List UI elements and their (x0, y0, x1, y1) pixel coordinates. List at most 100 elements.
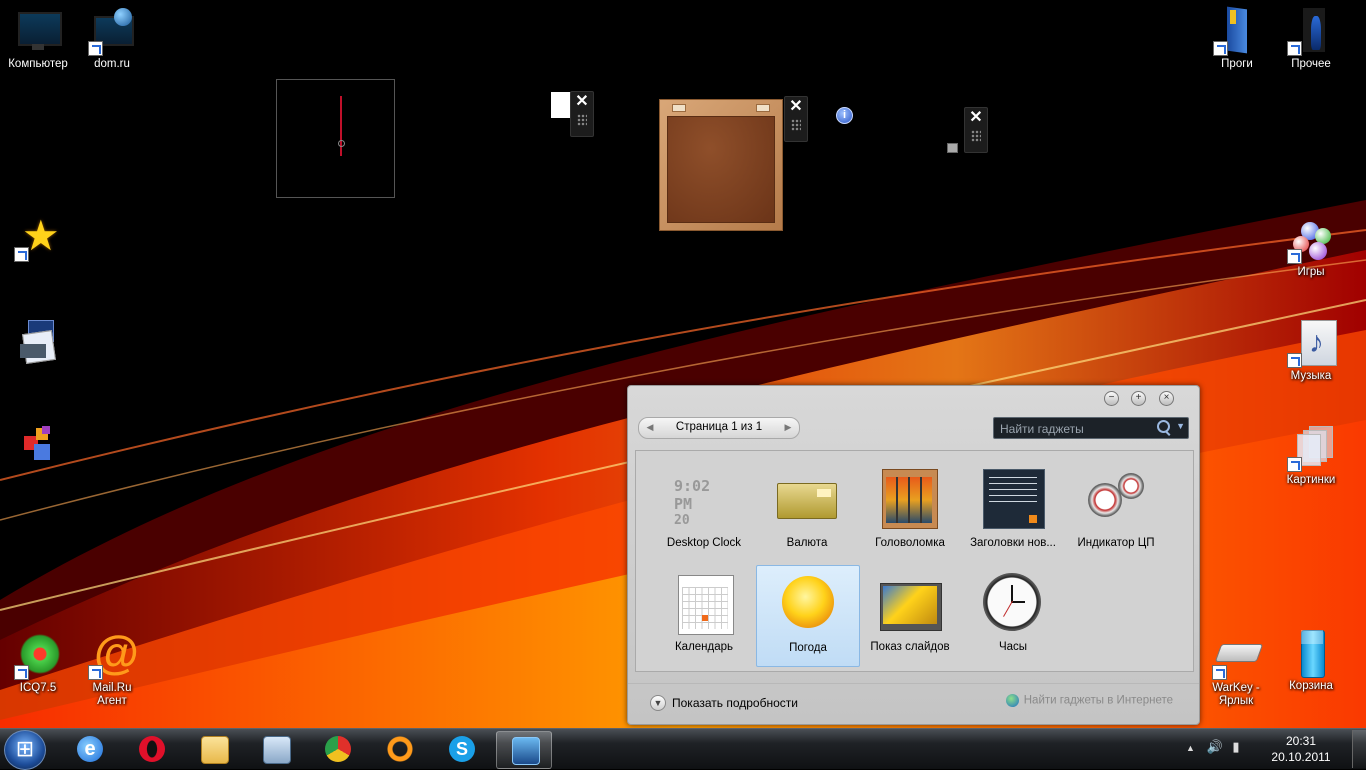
blank-gadget[interactable] (551, 92, 571, 118)
desktop-icon-label: Mail.Ru Агент (92, 682, 132, 707)
gadget-item-weather[interactable]: Погода (756, 565, 860, 667)
gadget-label: Погода (789, 642, 827, 654)
drag-grip-icon[interactable] (577, 114, 587, 126)
gadget-label: Часы (998, 641, 1028, 653)
computer-icon (14, 8, 62, 56)
gadget-item-headlines[interactable]: Заголовки нов... (962, 461, 1064, 561)
minimize-bar-icon[interactable] (672, 104, 686, 112)
show-desktop-button[interactable] (1352, 730, 1366, 768)
gadget-search: ▼ (993, 417, 1189, 439)
desktop-icon-cubes[interactable] (0, 422, 76, 470)
taskbar-control-panel[interactable] (248, 731, 302, 767)
cpu-meter-icon (1086, 469, 1146, 525)
folder-icon (1213, 6, 1261, 56)
gadget-item-desktop-clock[interactable]: 9:02 PM 20 Desktop Clock (653, 461, 755, 561)
gadget-controls[interactable]: ✕ (964, 107, 988, 153)
drag-grip-icon[interactable] (791, 119, 801, 131)
taskbar-skype[interactable]: S (434, 731, 488, 767)
puzzle-icon (880, 469, 940, 529)
opera-icon (139, 736, 165, 762)
taskbar-opera[interactable] (124, 731, 178, 767)
start-button[interactable] (4, 730, 46, 770)
gadget-label: Индикатор ЦП (1077, 537, 1155, 549)
taskbar-chrome[interactable] (310, 731, 364, 767)
puzzle-gadget[interactable] (659, 99, 783, 231)
search-input[interactable] (998, 420, 1162, 438)
search-icon[interactable] (1157, 420, 1170, 433)
clock-time: 20:31 (1285, 734, 1317, 748)
desktop-icon-dom-ru[interactable]: dom.ru (74, 8, 150, 71)
chevron-down-icon[interactable]: ▼ (650, 695, 666, 711)
shortcut-arrow-icon (1287, 249, 1302, 264)
toolbar-icon[interactable] (756, 104, 770, 112)
desktop-icon-slide-show[interactable] (0, 318, 76, 366)
gadget-label: Desktop Clock (666, 537, 742, 549)
volume-icon[interactable]: 🔊 (1207, 739, 1223, 754)
desktop-icon-computer[interactable]: Компьютер (0, 8, 76, 71)
desktop-icon-label: Корзина (1289, 680, 1333, 692)
taskbar-desktop-gadgets[interactable] (496, 731, 552, 769)
music-icon: ♪ (1287, 320, 1337, 368)
gallery-footer: ▼ Показать подробности Найти гаджеты в Ин… (628, 683, 1199, 724)
minimize-button[interactable]: − (1104, 391, 1119, 406)
clock-icon (983, 573, 1043, 631)
get-gadgets-online-link[interactable]: Найти гаджеты в Интернете (1005, 694, 1173, 707)
prev-page-icon[interactable]: ◀ (643, 420, 657, 434)
next-page-icon[interactable]: ▶ (781, 420, 795, 434)
desktop-icon-label: Прочее (1291, 58, 1331, 70)
desktop-clock-preview-time: 9:02 PM (674, 477, 711, 513)
close-icon[interactable]: ✕ (965, 108, 987, 128)
gadget-item-clock[interactable]: Часы (962, 565, 1064, 665)
desktop-icon-music[interactable]: ♪ Музыка (1273, 320, 1349, 383)
desktop-clock-gadget[interactable] (276, 79, 395, 198)
gadget-item-cpu-meter[interactable]: Индикатор ЦП (1065, 461, 1167, 561)
mini-gadget-icon[interactable] (947, 143, 958, 153)
desktop-icon-label: WarKey - Ярлык (1212, 682, 1260, 707)
headlines-icon (983, 469, 1045, 529)
mail-ru-at-icon: @ (88, 628, 139, 680)
gadget-item-currency[interactable]: Валюта (756, 461, 858, 561)
desktop-icon-recycle-bin[interactable]: Корзина (1273, 630, 1349, 693)
taskbar-clock[interactable]: 20:31 20.10.2011 (1258, 733, 1344, 765)
taskbar-explorer[interactable] (186, 731, 240, 767)
close-icon[interactable]: ✕ (571, 92, 593, 112)
desktop-icon-warkey[interactable]: WarKey - Ярлык (1198, 632, 1274, 708)
drag-grip-icon[interactable] (971, 130, 981, 142)
info-icon[interactable]: i (836, 107, 853, 124)
gadget-label: Календарь (674, 641, 734, 653)
gadget-controls[interactable]: ✕ (784, 96, 808, 142)
desktop-icon-pictures[interactable]: Картинки (1273, 424, 1349, 487)
show-details-toggle[interactable]: ▼ Показать подробности (650, 695, 798, 711)
desktop-icon-icq[interactable]: ICQ7.5 (0, 632, 76, 695)
desktop-icon-mail-ru-agent[interactable]: @ Mail.Ru Агент (74, 628, 150, 708)
desktop-icon-games[interactable]: Игры (1273, 216, 1349, 279)
recycle-bin-icon (1287, 630, 1335, 678)
shortcut-arrow-icon (1287, 353, 1302, 368)
gadget-item-slideshow[interactable]: Показ слайдов (859, 565, 961, 665)
close-button[interactable]: × (1159, 391, 1174, 406)
shortcut-arrow-icon (14, 665, 29, 680)
desktop-icon-prochee[interactable]: Прочее (1273, 8, 1349, 71)
shortcut-arrow-icon (88, 41, 103, 56)
skype-icon: S (449, 736, 475, 762)
desktop-icon-progi[interactable]: Проги (1199, 6, 1275, 71)
desktop-clock-icon: 9:02 PM 20 (674, 469, 734, 528)
taskbar-mail-ru-agent[interactable] (372, 731, 426, 767)
taskbar-internet-explorer[interactable]: e (62, 731, 116, 767)
gadget-label: Головоломка (875, 537, 945, 549)
maximize-button[interactable]: + (1131, 391, 1146, 406)
chevron-down-icon[interactable]: ▼ (1176, 421, 1185, 431)
network-icon[interactable]: ▮ (1232, 739, 1239, 754)
star-icon: ★ (14, 214, 62, 262)
gadget-item-puzzle[interactable]: Головоломка (859, 461, 961, 561)
show-hidden-icons[interactable]: ▲ (1186, 743, 1195, 753)
close-icon[interactable]: ✕ (785, 97, 807, 117)
gadget-item-calendar[interactable]: Календарь (653, 565, 755, 665)
shortcut-arrow-icon (88, 665, 103, 680)
desktop-icon-star[interactable]: ★ (0, 214, 76, 262)
slide-show-icon (14, 318, 62, 366)
internet-explorer-icon: e (77, 736, 103, 762)
taskbar: e S ▲ 🔊 ▮ 20:31 20.10.2011 (0, 728, 1366, 770)
show-details-label: Показать подробности (672, 696, 798, 710)
gadget-controls[interactable]: ✕ (570, 91, 594, 137)
